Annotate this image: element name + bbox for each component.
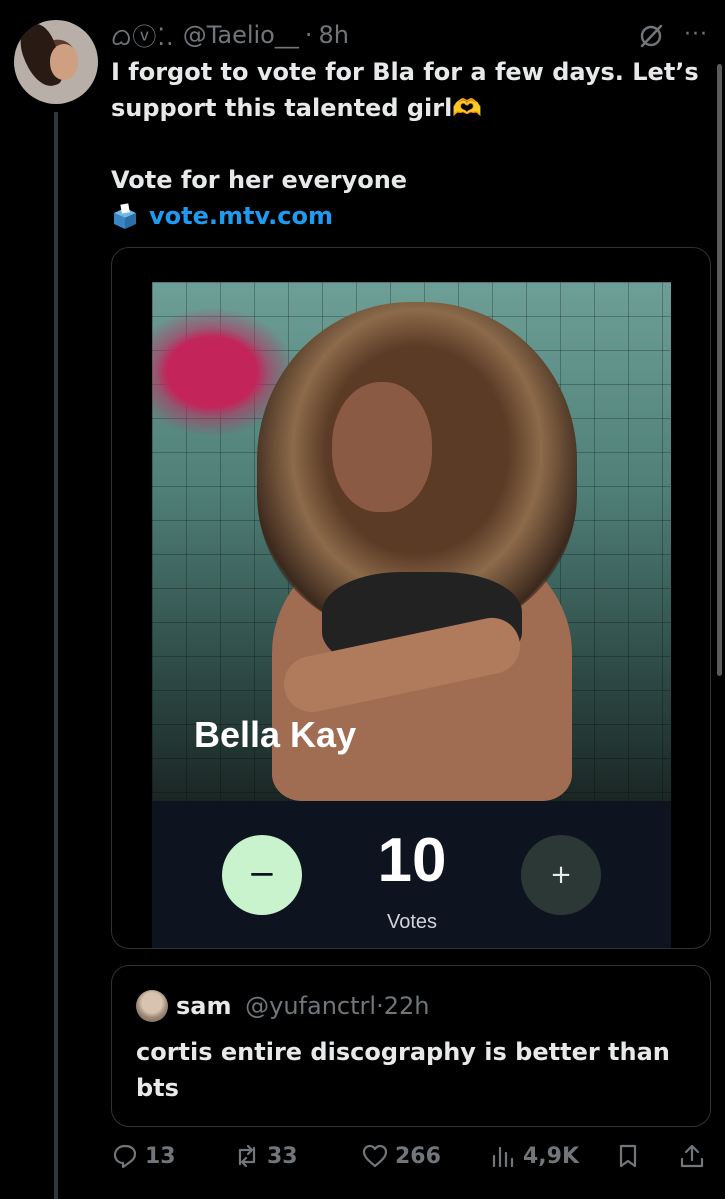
vote-panel: − 10 Votes + [152,801,671,948]
like-count: 266 [395,1143,441,1169]
tweet-text-line1: I forgot to vote for Bla for a few days.… [111,58,699,122]
vote-count: 10 [377,826,447,895]
quote-separator: · [376,992,384,1020]
grok-icon[interactable] [636,21,666,51]
more-icon[interactable]: ··· [681,20,711,50]
quote-tweet[interactable]: sam @yufanctrl·22h cortis entire discogr… [111,965,711,1127]
like-icon [362,1144,388,1168]
share-icon [680,1144,704,1168]
tweet-body: I forgot to vote for Bla for a few days.… [111,54,711,234]
tweet-header: ᜊⓥ⁚. @Taelio__ · 8h [111,18,349,52]
ballot-box-icon [114,203,136,229]
separator-dot: · [304,21,313,49]
views-count: 4,9K [523,1143,580,1169]
link-line: vote.mtv.com [111,198,711,234]
quote-avatar[interactable] [136,990,168,1022]
quote-time[interactable]: 22h [384,992,430,1020]
bookmark-icon [619,1144,637,1168]
thread-line [54,112,58,1199]
reply-count: 13 [145,1143,176,1169]
reply-icon [113,1144,137,1169]
bookmark-button[interactable] [614,1138,648,1174]
share-button[interactable] [678,1138,712,1174]
author-handle[interactable]: @Taelio__ [183,21,299,49]
photo-face [332,382,432,512]
display-name[interactable]: ᜊⓥ⁚. [111,17,175,53]
like-button[interactable]: 266 [361,1138,441,1174]
quote-name[interactable]: sam [176,992,232,1020]
tweet-time[interactable]: 8h [319,21,349,49]
reply-button[interactable]: 13 [111,1138,176,1174]
views-icon [492,1146,514,1168]
repost-icon [238,1144,256,1168]
scrollbar[interactable] [717,64,722,676]
artist-photo[interactable]: Bella Kay [152,282,671,801]
artist-name: Bella Kay [194,714,357,755]
quote-text: cortis entire discography is better than… [136,1038,670,1102]
repost-count: 33 [267,1143,298,1169]
action-bar: 13 33 266 4,9K [111,1138,711,1174]
vote-link[interactable]: vote.mtv.com [149,198,333,234]
minus-button[interactable]: − [222,835,302,915]
tweet-text-line2: Vote for her everyone [111,166,408,194]
quote-header: sam @yufanctrl·22h [176,990,429,1022]
quote-handle[interactable]: @yufanctrl [245,992,376,1020]
avatar-face [50,44,78,80]
votes-label: Votes [386,911,438,933]
repost-button[interactable]: 33 [233,1138,298,1174]
avatar[interactable] [14,20,98,104]
media-card[interactable]: Bella Kay − 10 Votes + [111,247,711,949]
views-button[interactable]: 4,9K [489,1138,579,1174]
plus-button[interactable]: + [521,835,601,915]
